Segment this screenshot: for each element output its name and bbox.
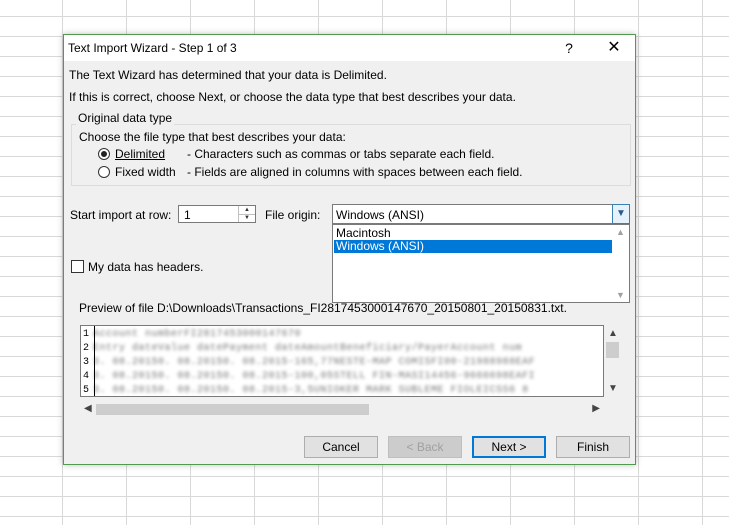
row-text: Entry dateValue datePayment dateAmountBe… bbox=[93, 343, 523, 354]
horizontal-scroll-thumb[interactable] bbox=[96, 404, 369, 415]
spin-down-icon[interactable]: ▼ bbox=[239, 214, 255, 222]
row-number: 2 bbox=[83, 343, 90, 354]
row-number: 5 bbox=[83, 385, 90, 396]
scroll-up-icon[interactable]: ▲ bbox=[608, 328, 618, 339]
fixed-width-label[interactable]: Fixed width bbox=[115, 165, 176, 179]
headers-checkbox[interactable] bbox=[71, 260, 84, 273]
group-label: Original data type bbox=[76, 111, 175, 125]
row-text: Account numberFI2817453000147670 bbox=[93, 329, 302, 340]
row-text: 3. 08.20150. 08.20150. 08.2015-3,5UNIOKE… bbox=[93, 385, 529, 396]
delimited-description: - Characters such as commas or tabs sepa… bbox=[187, 147, 495, 161]
file-origin-dropdown-list: Macintosh Windows (ANSI) ▲ ▼ bbox=[332, 224, 630, 303]
intro-text-1: The Text Wizard has determined that your… bbox=[69, 68, 387, 82]
chevron-down-icon[interactable]: ▼ bbox=[612, 204, 630, 224]
file-type-prompt: Choose the file type that best describes… bbox=[79, 130, 346, 144]
fixed-width-radio[interactable] bbox=[98, 166, 110, 178]
intro-text-2: If this is correct, choose Next, or choo… bbox=[69, 90, 516, 104]
scroll-left-icon[interactable]: ◀ bbox=[84, 403, 92, 414]
dialog-title: Text Import Wizard - Step 1 of 3 bbox=[68, 41, 237, 55]
file-origin-select[interactable]: Windows (ANSI) ▼ bbox=[332, 204, 630, 224]
start-row-label: Start import at row: bbox=[70, 208, 172, 222]
next-button[interactable]: Next > bbox=[472, 436, 546, 458]
finish-button[interactable]: Finish bbox=[556, 436, 630, 458]
row-number-divider bbox=[94, 326, 95, 396]
row-text: 3. 08.20150. 08.20150. 08.2015-165,77NES… bbox=[93, 357, 536, 368]
dropdown-scrollbar[interactable]: ▲ ▼ bbox=[612, 225, 629, 302]
preview-label: Preview of file D:\Downloads\Transaction… bbox=[79, 301, 567, 315]
row-number: 1 bbox=[83, 329, 90, 340]
headers-checkbox-label[interactable]: My data has headers. bbox=[88, 260, 203, 274]
start-row-stepper[interactable]: 1 ▲ ▼ bbox=[178, 205, 256, 223]
help-icon[interactable]: ? bbox=[558, 37, 580, 59]
back-button[interactable]: < Back bbox=[388, 436, 462, 458]
delimited-label[interactable]: Delimited bbox=[115, 147, 165, 161]
scroll-right-icon[interactable]: ▶ bbox=[592, 403, 600, 414]
text-import-wizard-dialog: Text Import Wizard - Step 1 of 3 ? ✕ The… bbox=[63, 34, 636, 465]
row-number: 4 bbox=[83, 371, 90, 382]
delimited-radio[interactable] bbox=[98, 148, 110, 160]
vertical-scroll-thumb[interactable] bbox=[606, 342, 619, 358]
scroll-down-icon[interactable]: ▼ bbox=[616, 290, 625, 300]
cancel-button[interactable]: Cancel bbox=[304, 436, 378, 458]
start-row-value[interactable]: 1 bbox=[184, 208, 191, 222]
row-text: 3. 08.20150. 08.20150. 08.2015-100,05STE… bbox=[93, 371, 536, 382]
title-bar: Text Import Wizard - Step 1 of 3 ? ✕ bbox=[64, 35, 635, 61]
close-icon[interactable]: ✕ bbox=[600, 37, 628, 59]
preview-horizontal-scrollbar[interactable]: ◀ ▶ bbox=[80, 401, 604, 418]
file-origin-value: Windows (ANSI) bbox=[336, 208, 425, 222]
fixed-width-description: - Fields are aligned in columns with spa… bbox=[187, 165, 523, 179]
file-origin-label: File origin: bbox=[265, 208, 321, 222]
scroll-down-icon[interactable]: ▼ bbox=[608, 383, 618, 394]
preview-vertical-scrollbar[interactable]: ▲ ▼ bbox=[604, 325, 621, 397]
file-preview-pane[interactable]: 1 Account numberFI2817453000147670 2 Ent… bbox=[80, 325, 604, 397]
spin-buttons: ▲ ▼ bbox=[238, 206, 255, 222]
dropdown-option-windows-ansi[interactable]: Windows (ANSI) bbox=[334, 240, 613, 253]
scroll-up-icon[interactable]: ▲ bbox=[616, 227, 625, 237]
row-number: 3 bbox=[83, 357, 90, 368]
